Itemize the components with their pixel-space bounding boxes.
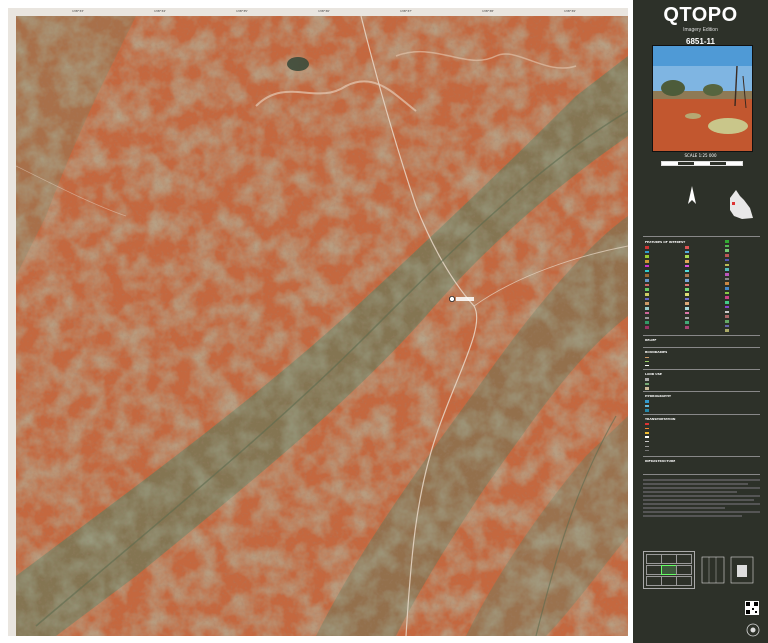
legend-hydrography [645, 400, 650, 414]
queensland-government-logo-icon [745, 622, 761, 641]
product-title: QTOPO [663, 4, 738, 26]
scale-bar [661, 161, 743, 166]
legend-features-col2 [685, 246, 690, 331]
divider [643, 236, 760, 237]
map-fold-diagram-icon [701, 553, 756, 591]
queensland-locator-icon [728, 190, 754, 224]
legend-features-col1 [645, 246, 650, 331]
landscape-photo [652, 45, 753, 152]
top-tick-label: 138°37' [400, 9, 412, 13]
divider [643, 335, 760, 336]
divider [643, 474, 760, 475]
legend-heading-features: FEATURES OF INTEREST [645, 240, 686, 244]
divider [643, 347, 760, 348]
legend-transportation [645, 423, 650, 454]
legend-heading-relief: RELIEF [645, 338, 657, 342]
north-arrow-icon [685, 186, 699, 210]
divider [643, 391, 760, 392]
top-tick-label: 138°35' [236, 9, 248, 13]
top-tick-label: 138°38' [482, 9, 494, 13]
top-tick-label: 138°36' [318, 9, 330, 13]
notes-block [643, 477, 760, 537]
legend-heading-boundaries: BOUNDARIES [645, 350, 668, 354]
qr-code-icon [745, 600, 759, 619]
legend-heading-hydrography: HYDROGRAPHY [645, 394, 672, 398]
divider [643, 456, 760, 457]
top-tick-label: 138°34' [154, 9, 166, 13]
legend-land-use [645, 378, 650, 392]
legend-heading-land-use: LAND USE [645, 372, 662, 376]
legend-features-col3 [725, 240, 730, 334]
edition-label: Imagery Edition [683, 27, 718, 33]
divider [643, 369, 760, 370]
map-frame: 138°33' 138°34' 138°35' 138°36' 138°37' … [8, 8, 628, 636]
top-tick-label: 138°39' [564, 9, 576, 13]
legend-heading-infrastructure: INFRASTRUCTURE [645, 459, 676, 463]
top-tick-label: 138°33' [72, 9, 84, 13]
scale-label: SCALE 1:25 000 [684, 153, 717, 158]
map-info-panel: QTOPO Imagery Edition 6851-11 SCALE 1:25… [633, 0, 768, 643]
topographic-map-sheet: 138°33' 138°34' 138°35' 138°36' 138°37' … [0, 0, 768, 643]
satellite-imagery[interactable] [16, 16, 628, 636]
legend-boundaries [645, 356, 650, 369]
adjoining-sheets-index [643, 551, 695, 589]
divider [643, 414, 760, 415]
legend-heading-transportation: TRANSPORTATION [645, 417, 676, 421]
